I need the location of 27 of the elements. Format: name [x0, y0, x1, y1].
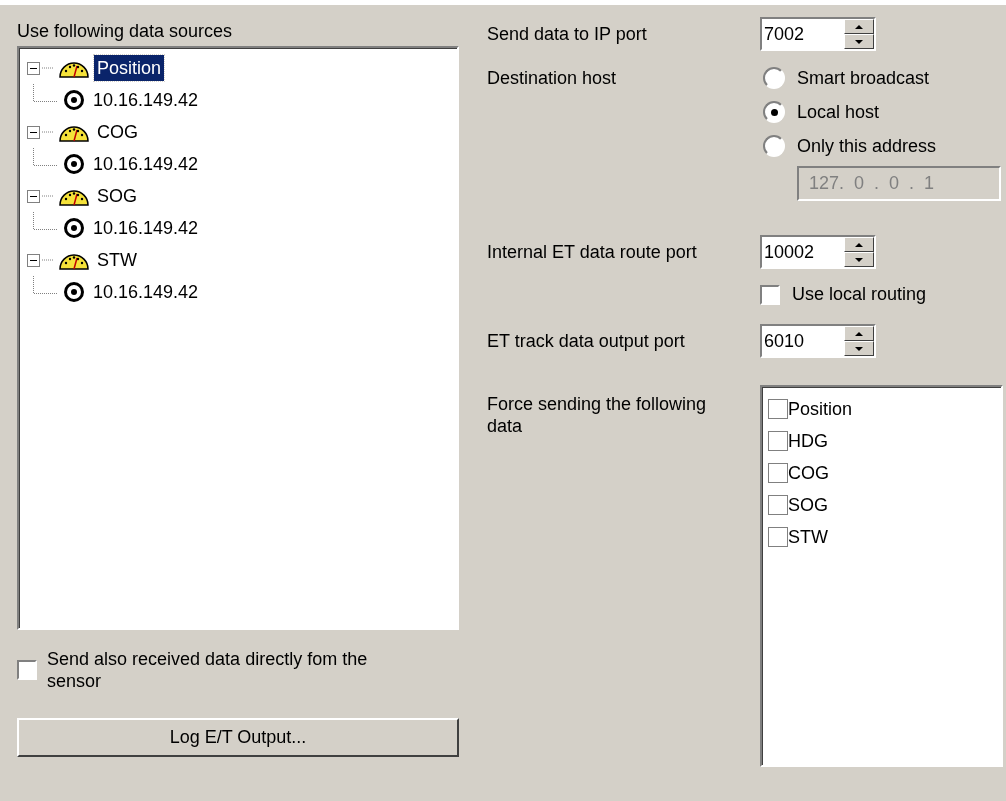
checkbox-label: Use local routing [792, 283, 927, 306]
radio-label: Local host [797, 100, 880, 124]
log-output-button[interactable]: Log E/T Output... [17, 718, 459, 757]
tree-item[interactable]: COG [94, 119, 141, 145]
checklist-item[interactable]: COG [788, 459, 829, 487]
tree-item[interactable]: Position [94, 55, 165, 81]
tree-view[interactable]: Position 10.16.149.42 COG 10.16.149.42 SOG 10.16.149.42 STW 10.16.149.42 [17, 46, 459, 630]
radio-label: Only this address [797, 134, 937, 158]
checkbox-label: Send also received data directly fom the sensor [47, 648, 369, 692]
checklist-item[interactable]: STW [788, 523, 828, 551]
checklist-item[interactable]: Position [788, 395, 853, 423]
field-label: Force sending the following data [487, 393, 708, 438]
tree-item[interactable]: 10.16.149.42 [93, 86, 199, 114]
checklist-box[interactable]: Position HDG COG SOG STW [760, 385, 1003, 767]
tree-item[interactable]: STW [94, 247, 140, 273]
tree-item[interactable]: 10.16.149.42 [93, 278, 199, 306]
field-label: Destination host [487, 67, 618, 90]
field-label: Internal ET data route port [487, 240, 698, 264]
radio-label: Smart broadcast [797, 66, 930, 90]
checklist-item[interactable]: HDG [788, 427, 828, 455]
tree-item[interactable]: SOG [94, 183, 140, 209]
field-label: ET track data output port [487, 329, 686, 353]
tree-item[interactable]: 10.16.149.42 [93, 214, 199, 242]
field-label: Send data to IP port [487, 22, 648, 46]
checklist-item[interactable]: SOG [788, 491, 828, 519]
tree-item[interactable]: 10.16.149.42 [93, 150, 199, 178]
group-label: Use following data sources [17, 20, 234, 42]
